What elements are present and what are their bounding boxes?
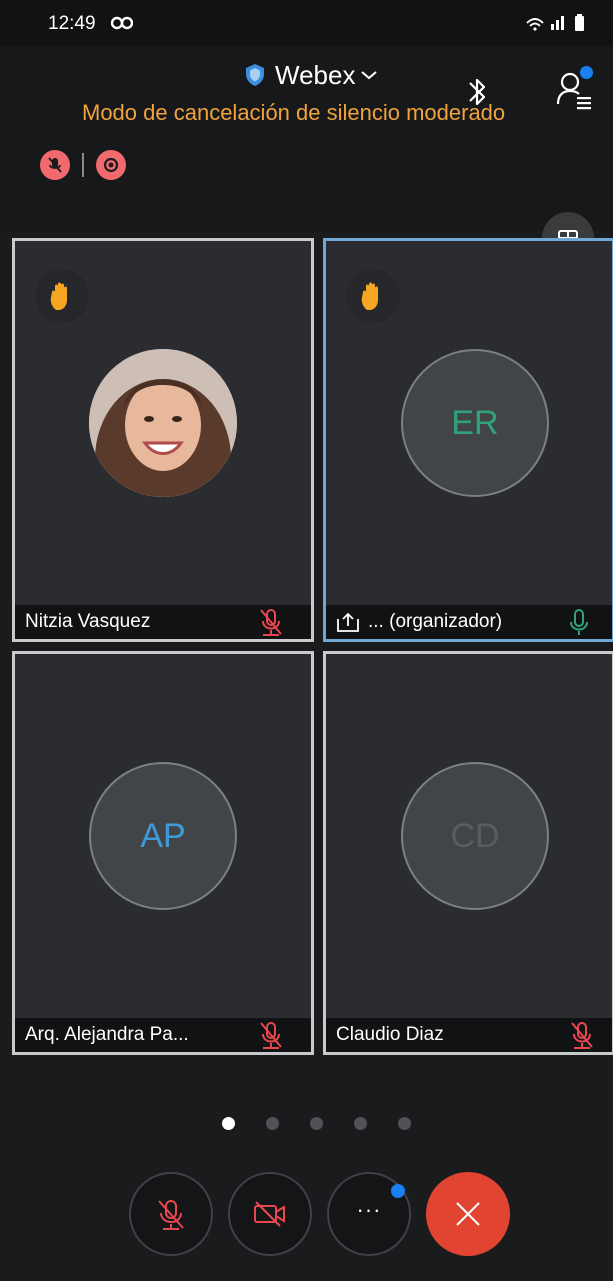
app-title: Webex xyxy=(275,59,356,90)
avatar-initials: ER xyxy=(451,403,499,442)
recording-icon xyxy=(96,150,126,180)
divider xyxy=(82,153,84,177)
raised-hand-icon xyxy=(346,269,400,323)
participant-tile[interactable]: CD Claudio Diaz xyxy=(323,651,613,1055)
mic-muted-icon xyxy=(260,609,282,636)
avatar-initials: AP xyxy=(140,816,186,855)
close-icon xyxy=(456,1202,480,1226)
participant-name: Claudio Diaz xyxy=(336,1024,444,1045)
participants-button[interactable] xyxy=(555,66,595,112)
end-call-button[interactable] xyxy=(426,1172,510,1256)
shield-icon xyxy=(246,64,264,86)
bluetooth-icon[interactable] xyxy=(463,74,491,110)
name-bar: Claudio Diaz xyxy=(326,1018,612,1052)
more-options-icon: ··· xyxy=(356,1197,382,1222)
video-button[interactable] xyxy=(228,1172,312,1256)
participant-name: ... (organizador) xyxy=(368,611,503,632)
status-time: 12:49 xyxy=(48,13,96,34)
mic-muted-icon xyxy=(158,1200,184,1230)
chevron-down-icon xyxy=(361,71,378,80)
avatar-initials: CD xyxy=(450,816,500,855)
participant-tile[interactable]: AP Arq. Alejandra Pa... xyxy=(12,651,314,1055)
participant-name: Arq. Alejandra Pa... xyxy=(25,1024,189,1045)
mic-muted-icon xyxy=(260,1022,282,1049)
page-dot[interactable] xyxy=(354,1117,367,1130)
participant-avatar: AP xyxy=(89,762,237,910)
page-dot[interactable] xyxy=(310,1117,323,1130)
participant-photo xyxy=(89,349,237,497)
participant-avatar: CD xyxy=(401,762,549,910)
more-options-button[interactable]: ··· xyxy=(327,1172,411,1256)
page-dot[interactable] xyxy=(222,1117,235,1130)
share-upload-icon xyxy=(337,612,359,632)
notification-badge xyxy=(580,66,593,79)
noise-mode-label: Modo de cancelación de silencio moderado xyxy=(82,100,506,125)
participant-avatar: ER xyxy=(401,349,549,497)
meeting-status-icons xyxy=(40,150,126,180)
notification-badge xyxy=(391,1184,405,1198)
page-indicator[interactable] xyxy=(222,1117,442,1130)
signal-battery-icons xyxy=(526,14,584,31)
participant-tile[interactable]: Nitzia Vasquez xyxy=(12,238,314,642)
muted-status-icon xyxy=(40,150,70,180)
name-bar: ... (organizador) xyxy=(326,605,612,639)
participant-name: Nitzia Vasquez xyxy=(25,611,151,632)
video-off-icon xyxy=(254,1201,285,1227)
notification-icon xyxy=(111,16,133,30)
status-bar: 12:49 xyxy=(0,0,613,46)
mic-active-icon xyxy=(570,609,588,635)
mute-button[interactable] xyxy=(129,1172,213,1256)
participant-tile[interactable]: ER ... (organizador) xyxy=(323,238,613,642)
raised-hand-icon xyxy=(35,269,89,323)
mic-muted-icon xyxy=(571,1022,593,1049)
meeting-title-dropdown[interactable]: Webex xyxy=(245,58,378,92)
name-bar: Arq. Alejandra Pa... xyxy=(15,1018,311,1052)
name-bar: Nitzia Vasquez xyxy=(15,605,311,639)
page-dot[interactable] xyxy=(398,1117,411,1130)
page-dot[interactable] xyxy=(266,1117,279,1130)
